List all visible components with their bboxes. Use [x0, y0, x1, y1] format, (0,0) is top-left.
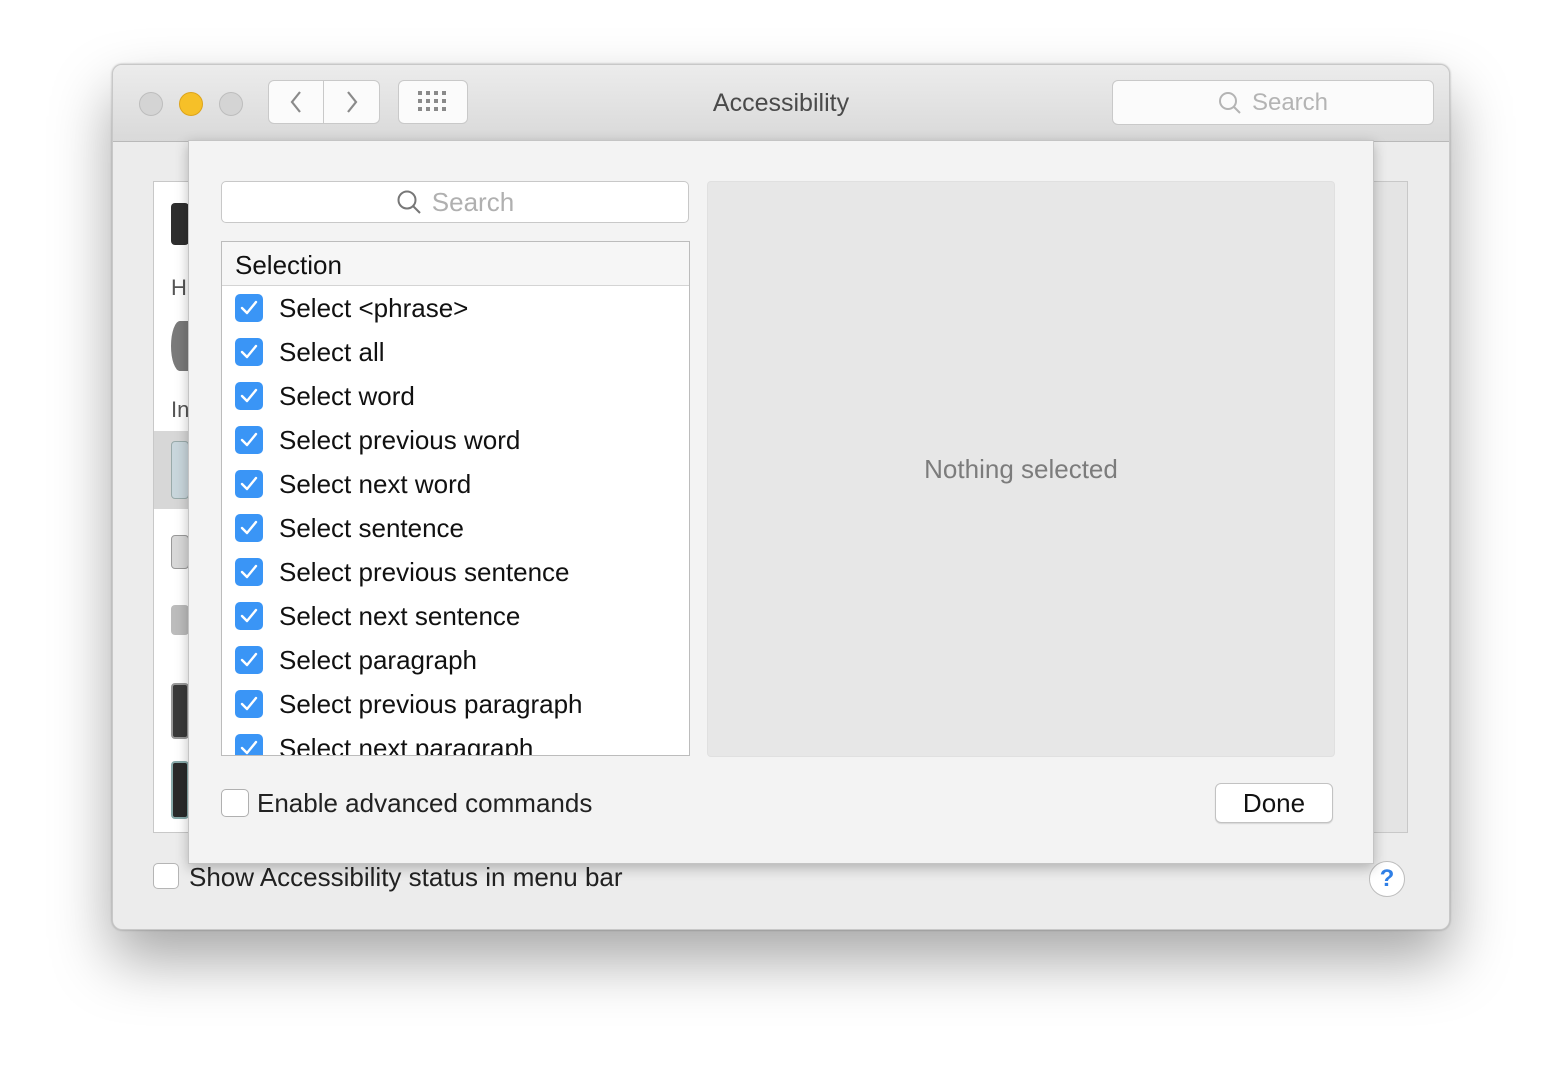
command-row[interactable]: Select word [222, 374, 689, 418]
keyboard-icon [171, 535, 189, 569]
search-icon [1218, 91, 1241, 114]
command-checkbox[interactable] [235, 470, 263, 498]
enable-advanced-commands-checkbox[interactable] [221, 789, 249, 817]
checkmark-icon [240, 300, 258, 315]
checkmark-icon [240, 432, 258, 447]
command-label: Select word [279, 380, 415, 411]
dictation-icon [171, 683, 189, 739]
nothing-selected-label: Nothing selected [924, 453, 1118, 484]
command-row[interactable]: Select next paragraph [222, 726, 689, 756]
title-bar: Accessibility Search [113, 65, 1449, 142]
command-label: Select previous paragraph [279, 688, 583, 719]
checkmark-icon [240, 564, 258, 579]
sidebar-fragment-h: H [171, 275, 187, 300]
display-icon [171, 441, 189, 499]
command-checkbox[interactable] [235, 558, 263, 586]
command-label: Select paragraph [279, 644, 478, 675]
command-label: Select next sentence [279, 600, 521, 631]
search-icon [397, 190, 421, 214]
checkmark-icon [240, 652, 258, 667]
preferences-search-field[interactable]: Search [1112, 80, 1434, 125]
command-label: Select previous word [279, 424, 521, 455]
command-checkbox[interactable] [235, 514, 263, 542]
command-label: Select <phrase> [279, 292, 469, 323]
command-row[interactable]: Select paragraph [222, 638, 689, 682]
command-label: Select all [279, 336, 385, 367]
checkmark-icon [240, 608, 258, 623]
terminal-icon [171, 203, 189, 245]
command-checkbox[interactable] [235, 690, 263, 718]
command-checkbox[interactable] [235, 734, 263, 755]
search-placeholder: Search [431, 186, 515, 217]
commands-search-field[interactable]: Search [221, 181, 689, 223]
command-label: Select next paragraph [279, 732, 534, 756]
show-status-label: Show Accessibility status in menu bar [189, 862, 623, 892]
checkmark-icon [240, 344, 258, 359]
switch-control-icon [171, 605, 189, 635]
command-row[interactable]: Select previous sentence [222, 550, 689, 594]
accessibility-keyboard-icon [171, 761, 189, 819]
checkmark-icon [240, 696, 258, 711]
command-checkbox[interactable] [235, 382, 263, 410]
checkmark-icon [240, 740, 258, 755]
command-checkbox[interactable] [235, 646, 263, 674]
command-label: Select previous sentence [279, 556, 570, 587]
command-detail-pane: Nothing selected [707, 181, 1335, 757]
checkmark-icon [240, 520, 258, 535]
command-label: Select next word [279, 468, 472, 499]
done-button[interactable]: Done [1215, 783, 1333, 823]
command-row[interactable]: Select <phrase> [222, 286, 689, 330]
commands-list[interactable]: Selection Select <phrase> Select all Selec… [221, 241, 690, 756]
command-checkbox[interactable] [235, 426, 263, 454]
command-row[interactable]: Select previous word [222, 418, 689, 462]
command-row[interactable]: Select all [222, 330, 689, 374]
command-row[interactable]: Select next word [222, 462, 689, 506]
dictation-commands-sheet: Search Selection Select <phrase> Select a… [188, 140, 1374, 864]
help-button[interactable]: ? [1369, 861, 1405, 897]
speaker-icon [171, 321, 189, 371]
command-label: Select sentence [279, 512, 465, 543]
list-section-header: Selection [222, 242, 689, 286]
command-checkbox[interactable] [235, 294, 263, 322]
command-checkbox[interactable] [235, 338, 263, 366]
command-row[interactable]: Select next sentence [222, 594, 689, 638]
sidebar-fragment-in: In [171, 397, 190, 422]
checkmark-icon [240, 476, 258, 491]
search-placeholder: Search [1251, 88, 1329, 116]
command-row[interactable]: Select previous paragraph [222, 682, 689, 726]
enable-advanced-commands-label: Enable advanced commands [257, 788, 593, 818]
show-status-checkbox[interactable] [153, 863, 179, 889]
command-row[interactable]: Select sentence [222, 506, 689, 550]
checkmark-icon [240, 388, 258, 403]
command-checkbox[interactable] [235, 602, 263, 630]
